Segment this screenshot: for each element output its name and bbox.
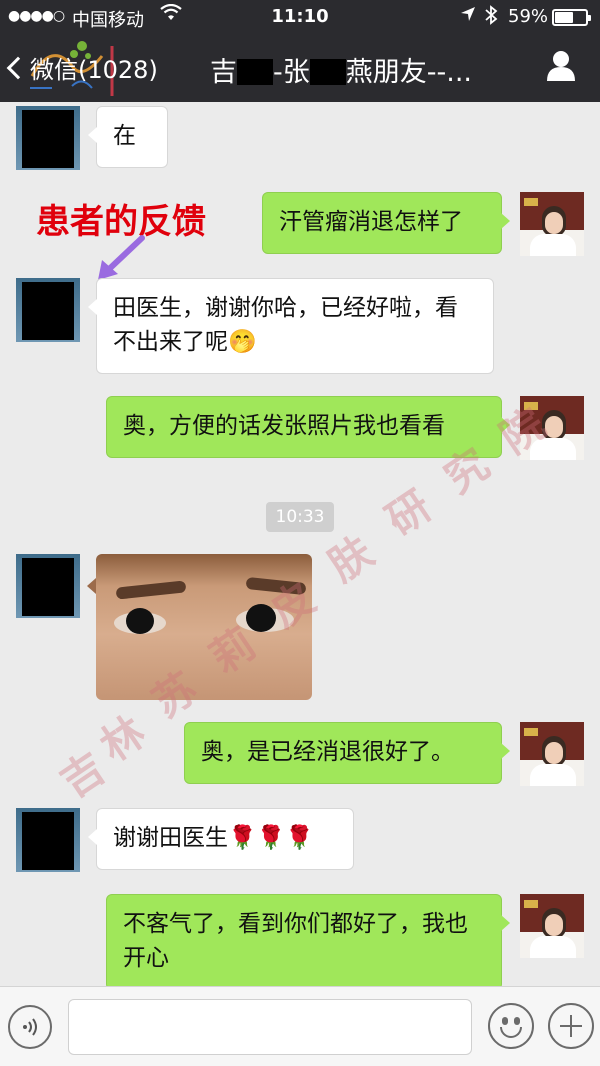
title-part: 吉 xyxy=(210,57,237,88)
watermark-char: 林 xyxy=(91,706,154,772)
chat-area[interactable]: 在 患者的反馈 汗管瘤消退怎样了 田医生，谢谢你哈，已经好啦，看不出来了呢🤭 奥… xyxy=(0,102,600,986)
bluetooth-icon xyxy=(484,5,498,30)
contact-avatar[interactable] xyxy=(16,106,80,170)
voice-icon[interactable] xyxy=(8,1005,52,1049)
message-text: 在 xyxy=(113,123,136,149)
watermark-char: 研 xyxy=(377,480,440,546)
message-text: 奥，方便的话发张照片我也看看 xyxy=(123,413,445,439)
status-bar: ●●●●○ 中国移动 11:10 59% xyxy=(0,0,600,34)
doctor-avatar[interactable] xyxy=(520,894,584,958)
redaction-block xyxy=(126,608,154,634)
timestamp-chip: 10:33 xyxy=(266,502,334,532)
message-text: 谢谢田医生🌹🌹🌹 xyxy=(113,825,314,851)
title-part: 燕朋友--... xyxy=(345,57,472,88)
message-bubble: 谢谢田医生🌹🌹🌹 xyxy=(88,808,354,870)
contact-avatar[interactable] xyxy=(16,278,80,342)
message-text: 奥，是已经消退很好了。 xyxy=(201,739,454,765)
message-bubble: 汗管瘤消退怎样了 xyxy=(262,192,510,254)
location-arrow-icon xyxy=(460,6,476,26)
message-bubble: 奥，方便的话发张照片我也看看 xyxy=(106,396,510,458)
battery-percent: 59% xyxy=(508,6,549,27)
contact-avatar[interactable] xyxy=(16,554,80,618)
back-label: 微信(1028) xyxy=(30,56,158,84)
redaction-block xyxy=(309,59,346,85)
message-bubble: 奥，是已经消退很好了。 xyxy=(184,722,510,784)
title-part: -张 xyxy=(273,57,310,88)
chevron-left-icon xyxy=(6,56,30,80)
message-text: 不客气了，看到你们都好了，我也开心 xyxy=(123,911,468,971)
bubble-tail xyxy=(87,578,96,594)
input-bar xyxy=(0,986,600,1066)
redaction-block xyxy=(246,604,276,632)
message-bubble: 不客气了，看到你们都好了，我也开心 xyxy=(106,894,510,986)
chat-header: 微信(1028) 吉 -张 燕朋友--... xyxy=(0,34,600,102)
doctor-avatar[interactable] xyxy=(520,722,584,786)
message-bubble: 田医生，谢谢你哈，已经好啦，看不出来了呢🤭 xyxy=(88,278,494,374)
message-text: 田医生，谢谢你哈，已经好啦，看不出来了呢🤭 xyxy=(113,295,458,355)
message-input[interactable] xyxy=(68,999,472,1055)
emoji-icon[interactable] xyxy=(488,1003,534,1049)
profile-icon[interactable] xyxy=(546,50,576,82)
battery-icon xyxy=(552,9,591,26)
doctor-avatar[interactable] xyxy=(520,396,584,460)
annotation-arrow-icon xyxy=(98,235,145,280)
message-bubble: 在 xyxy=(88,106,168,168)
top-bar: ●●●●○ 中国移动 11:10 59% 微信(1028) 吉 -张 燕朋友--..… xyxy=(0,0,600,102)
watermark-char: 吉 xyxy=(51,742,114,808)
image-message[interactable] xyxy=(96,554,312,700)
redaction-block xyxy=(237,59,273,85)
contact-avatar[interactable] xyxy=(16,808,80,872)
chat-title: 吉 -张 燕朋友--... xyxy=(210,50,530,89)
doctor-avatar[interactable] xyxy=(520,192,584,256)
back-button[interactable]: 微信(1028) xyxy=(6,50,158,85)
plus-icon[interactable] xyxy=(548,1003,594,1049)
message-text: 汗管瘤消退怎样了 xyxy=(279,209,463,235)
